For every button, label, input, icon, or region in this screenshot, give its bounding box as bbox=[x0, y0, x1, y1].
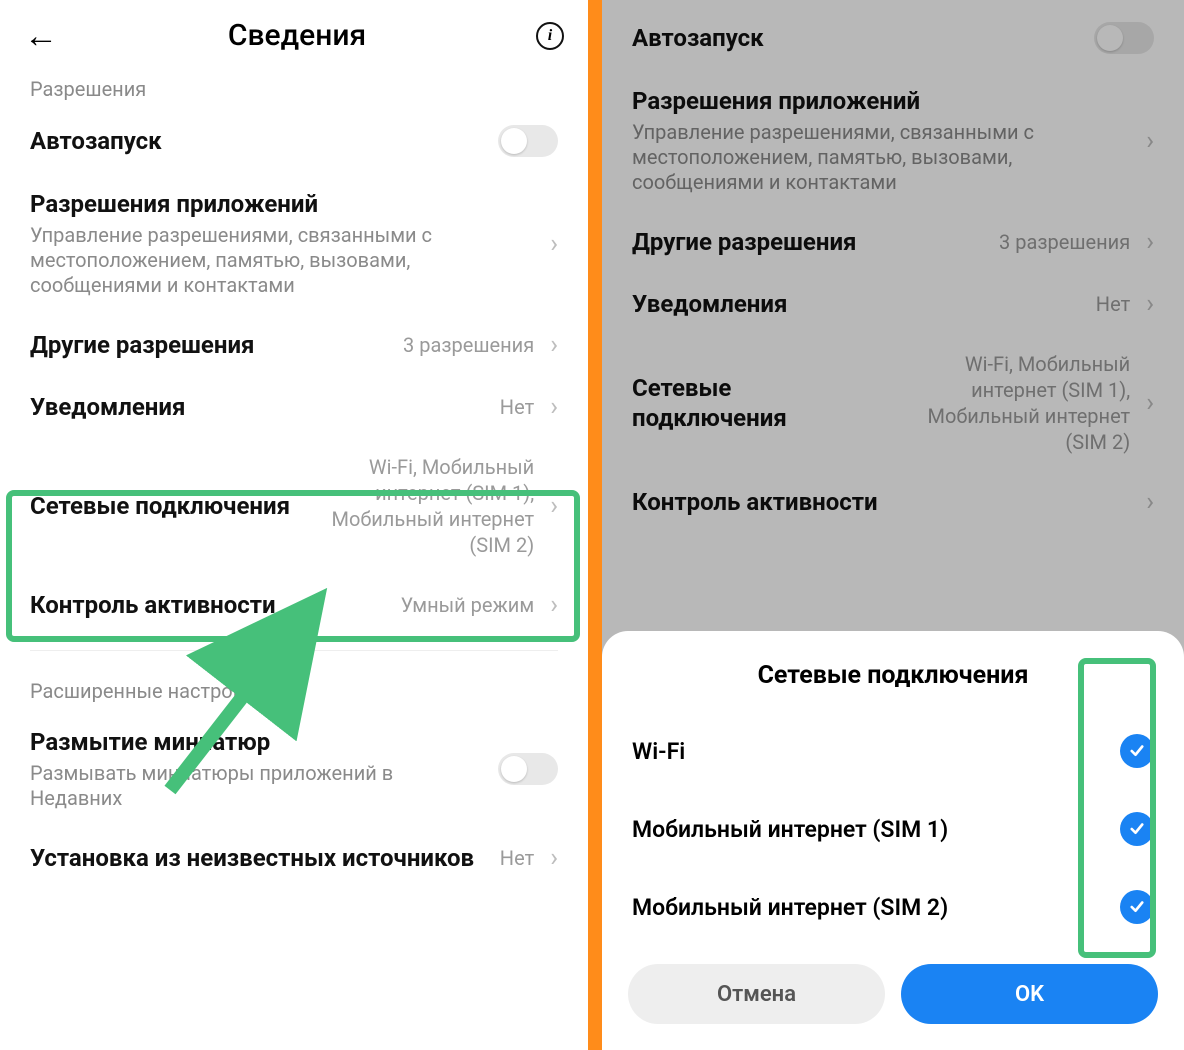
back-icon[interactable]: ← bbox=[24, 19, 58, 53]
divider bbox=[30, 650, 558, 651]
other-permissions-value: 3 разрешения bbox=[999, 229, 1130, 255]
notifications-value: Нет bbox=[1096, 291, 1130, 317]
option-wifi[interactable]: Wi-Fi bbox=[628, 712, 1158, 790]
other-permissions-row[interactable]: Другие разрешения 3 разрешения › bbox=[0, 314, 588, 376]
blur-sub: Размывать миниатюры приложений в Недавни… bbox=[30, 761, 488, 811]
option-label: Мобильный интернет (SIM 1) bbox=[632, 816, 1120, 843]
section-advanced: Расширенные настройки bbox=[0, 665, 588, 711]
other-permissions-row[interactable]: Другие разрешения 3 разрешения › bbox=[602, 211, 1184, 273]
other-permissions-label: Другие разрешения bbox=[632, 227, 989, 257]
chevron-right-icon: › bbox=[550, 392, 558, 422]
network-label: Сетевые подключения bbox=[632, 373, 890, 433]
checkmark-icon bbox=[1120, 734, 1154, 768]
network-row[interactable]: Сетевые подключения Wi-Fi, Мобильный инт… bbox=[0, 438, 588, 574]
notifications-row[interactable]: Уведомления Нет › bbox=[602, 273, 1184, 335]
option-sim2[interactable]: Мобильный интернет (SIM 2) bbox=[628, 868, 1158, 946]
blur-label: Размытие миниатюр bbox=[30, 727, 488, 757]
checkmark-icon bbox=[1120, 812, 1154, 846]
chevron-right-icon: › bbox=[1146, 289, 1154, 319]
blur-toggle[interactable] bbox=[498, 753, 558, 785]
chevron-right-icon: › bbox=[550, 590, 558, 620]
other-permissions-value: 3 разрешения bbox=[403, 332, 534, 358]
header: ← Сведения i bbox=[0, 0, 588, 63]
activity-control-row[interactable]: Контроль активности › bbox=[602, 471, 1184, 533]
notifications-value: Нет bbox=[500, 394, 534, 420]
blur-row[interactable]: Размытие миниатюр Размывать миниатюры пр… bbox=[0, 711, 588, 827]
checkmark-icon bbox=[1120, 890, 1154, 924]
autostart-label: Автозапуск bbox=[30, 126, 488, 156]
activity-value: Умный режим bbox=[401, 592, 535, 618]
app-permissions-row[interactable]: Разрешения приложений Управление разреше… bbox=[0, 173, 588, 314]
network-row[interactable]: Сетевые подключения Wi-Fi, Мобильный инт… bbox=[602, 335, 1184, 471]
activity-label: Контроль активности bbox=[632, 487, 1130, 517]
autostart-toggle[interactable] bbox=[1094, 22, 1154, 54]
other-permissions-label: Другие разрешения bbox=[30, 330, 393, 360]
chevron-right-icon: › bbox=[1146, 227, 1154, 257]
option-sim1[interactable]: Мобильный интернет (SIM 1) bbox=[628, 790, 1158, 868]
right-screenshot: Автозапуск Разрешения приложений Управле… bbox=[602, 0, 1184, 1050]
app-permissions-sub: Управление разрешениями, связанными с ме… bbox=[30, 223, 534, 298]
network-value: Wi-Fi, Мобильный интернет (SIM 1), Мобил… bbox=[900, 351, 1130, 455]
network-modal: Сетевые подключения Wi-Fi Мобильный инте… bbox=[602, 631, 1184, 1050]
chevron-right-icon: › bbox=[550, 330, 558, 360]
autostart-row[interactable]: Автозапуск bbox=[602, 6, 1184, 70]
notifications-label: Уведомления bbox=[632, 289, 1086, 319]
autostart-toggle[interactable] bbox=[498, 125, 558, 157]
autostart-label: Автозапуск bbox=[632, 23, 1084, 53]
info-icon[interactable]: i bbox=[536, 22, 564, 50]
activity-control-row[interactable]: Контроль активности Умный режим › bbox=[0, 574, 588, 636]
network-label: Сетевые подключения bbox=[30, 491, 294, 521]
app-permissions-label: Разрешения приложений bbox=[632, 86, 1130, 116]
left-screenshot: ← Сведения i Разрешения Автозапуск Разре… bbox=[0, 0, 588, 1050]
option-label: Мобильный интернет (SIM 2) bbox=[632, 894, 1120, 921]
app-permissions-label: Разрешения приложений bbox=[30, 189, 534, 219]
chevron-right-icon: › bbox=[1146, 388, 1154, 418]
chevron-right-icon: › bbox=[550, 843, 558, 873]
app-permissions-sub: Управление разрешениями, связанными с ме… bbox=[632, 120, 1130, 195]
activity-label: Контроль активности bbox=[30, 590, 391, 620]
ok-button[interactable]: OK bbox=[901, 964, 1158, 1024]
separator bbox=[588, 0, 602, 1050]
chevron-right-icon: › bbox=[550, 229, 558, 259]
notifications-row[interactable]: Уведомления Нет › bbox=[0, 376, 588, 438]
modal-buttons: Отмена OK bbox=[628, 964, 1158, 1024]
section-permissions: Разрешения bbox=[0, 63, 588, 109]
autostart-row[interactable]: Автозапуск bbox=[0, 109, 588, 173]
modal-title: Сетевые подключения bbox=[628, 661, 1158, 690]
option-label: Wi-Fi bbox=[632, 738, 1120, 765]
unknown-label: Установка из неизвестных источников bbox=[30, 843, 490, 873]
chevron-right-icon: › bbox=[1146, 126, 1154, 156]
app-permissions-row[interactable]: Разрешения приложений Управление разреше… bbox=[602, 70, 1184, 211]
unknown-value: Нет bbox=[500, 845, 534, 871]
chevron-right-icon: › bbox=[550, 491, 558, 521]
page-title: Сведения bbox=[76, 18, 518, 53]
notifications-label: Уведомления bbox=[30, 392, 490, 422]
cancel-button[interactable]: Отмена bbox=[628, 964, 885, 1024]
unknown-sources-row[interactable]: Установка из неизвестных источников Нет … bbox=[0, 827, 588, 889]
chevron-right-icon: › bbox=[1146, 487, 1154, 517]
network-value: Wi-Fi, Мобильный интернет (SIM 1), Мобил… bbox=[304, 454, 534, 558]
